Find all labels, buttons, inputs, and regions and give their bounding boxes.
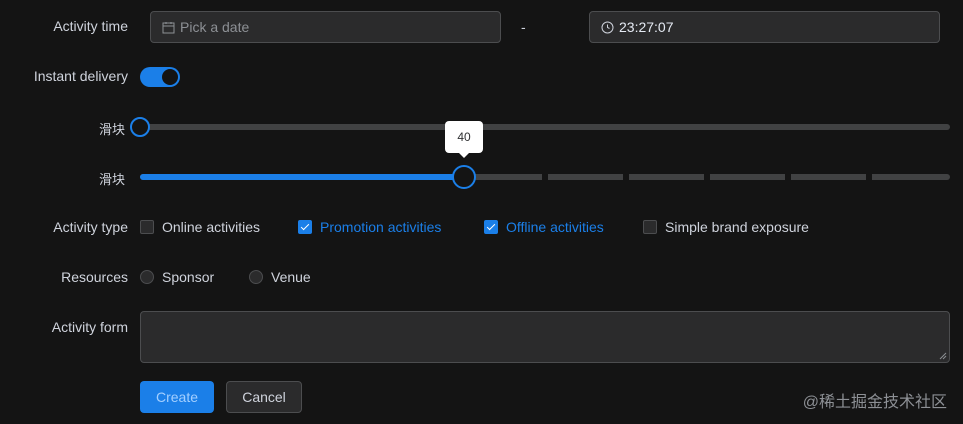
date-picker-input[interactable]: Pick a date (150, 11, 501, 43)
checkbox-online-activities[interactable]: Online activities (140, 219, 260, 235)
checkbox-promotion-activities[interactable]: Promotion activities (298, 219, 441, 235)
checkbox-label: Online activities (162, 219, 261, 235)
slider-2-stop (866, 174, 872, 180)
checkbox-box[interactable] (643, 220, 657, 234)
slider-2-stop (704, 174, 710, 180)
watermark: @稀土掘金技术社区 (802, 394, 947, 411)
radio-label: Sponsor (162, 269, 215, 285)
date-placeholder: Pick a date (180, 19, 250, 35)
slider-2-tooltip-text: 40 (457, 130, 471, 144)
activity-time-label: Activity time (53, 18, 128, 34)
checkbox-simple-brand-exposure[interactable]: Simple brand exposure (643, 219, 809, 235)
checkbox-label: Simple brand exposure (665, 219, 809, 235)
date-time-separator: - (521, 19, 526, 35)
checkbox-offline-activities[interactable]: Offline activities (484, 219, 604, 235)
instant-delivery-switch[interactable] (140, 67, 180, 87)
checkbox-box[interactable] (484, 220, 498, 234)
slider-2-stop (785, 174, 791, 180)
activity-form-label: Activity form (51, 319, 128, 335)
cancel-button[interactable]: Cancel (226, 381, 302, 413)
checkbox-box[interactable] (298, 220, 312, 234)
slider-2-stop (542, 174, 548, 180)
activity-form-textarea[interactable] (140, 311, 950, 363)
calendar-icon (162, 21, 175, 33)
clock-icon (601, 21, 614, 33)
slider-2-stop (623, 174, 629, 180)
slider-1-handle[interactable] (130, 117, 150, 137)
slider-2-tooltip: 40 (445, 121, 483, 158)
resize-handle-icon[interactable] (939, 352, 947, 360)
checkbox-label: Offline activities (506, 219, 604, 235)
slider-1-label: 滑块 (99, 122, 126, 137)
slider-2-label: 滑块 (99, 172, 126, 187)
create-button[interactable]: Create (140, 381, 214, 413)
time-picker-input[interactable]: 23:27:07 (589, 11, 940, 43)
radio-dot[interactable] (249, 270, 263, 284)
instant-delivery-label: Instant delivery (33, 68, 128, 84)
radio-sponsor[interactable]: Sponsor (140, 269, 214, 285)
radio-venue[interactable]: Venue (249, 269, 311, 285)
slider-2-track[interactable] (140, 174, 950, 180)
activity-type-label: Activity type (53, 219, 128, 235)
slider-1-track[interactable] (140, 124, 950, 130)
slider-2-fill (140, 174, 464, 180)
time-value: 23:27:07 (619, 19, 674, 35)
checkbox-label: Promotion activities (320, 219, 442, 235)
slider-2-handle[interactable] (452, 165, 476, 189)
radio-label: Venue (271, 269, 311, 285)
switch-knob (162, 69, 178, 85)
radio-dot[interactable] (140, 270, 154, 284)
resources-label: Resources (61, 269, 128, 285)
checkbox-box[interactable] (140, 220, 154, 234)
